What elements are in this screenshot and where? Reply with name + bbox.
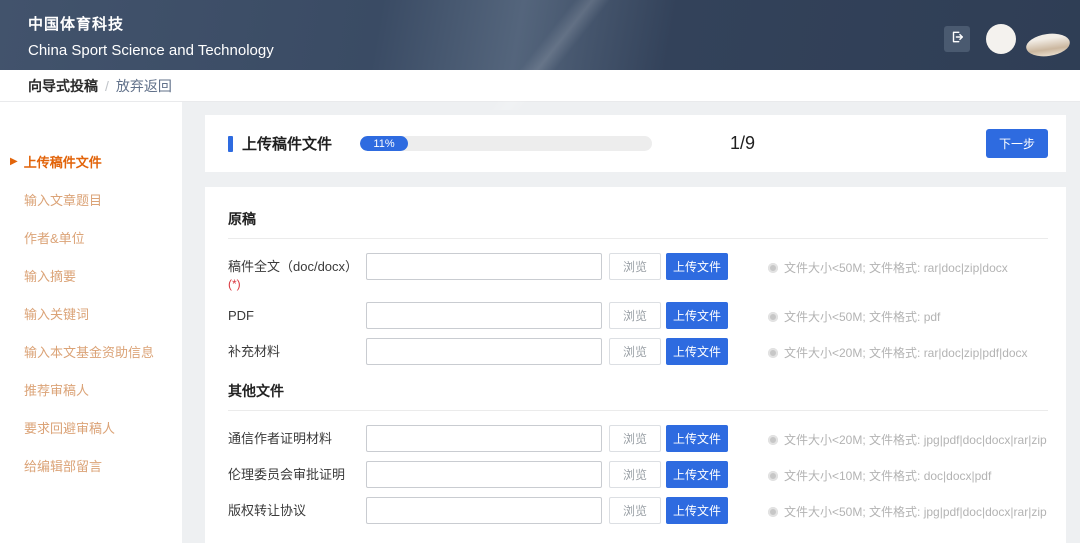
- browse-button[interactable]: 浏览: [609, 461, 661, 488]
- browse-button[interactable]: 浏览: [609, 302, 661, 329]
- app-banner: 中国体育科技 China Sport Science and Technolog…: [0, 0, 1080, 70]
- upload-button[interactable]: 上传文件: [666, 253, 728, 280]
- form-row-corresponding-author-proof: 通信作者证明材料 浏览 上传文件 文件大小<20M; 文件格式: jpg|pdf…: [228, 425, 1048, 452]
- browse-button[interactable]: 浏览: [609, 253, 661, 280]
- field-label: 版权转让协议: [228, 497, 366, 519]
- sidebar-item-avoid-reviewers[interactable]: 要求回避审稿人: [24, 408, 182, 446]
- sidebar-item-label: 推荐审稿人: [24, 380, 89, 399]
- fulltext-file-input[interactable]: [366, 253, 602, 280]
- sidebar-item-keywords[interactable]: 输入关键词: [24, 294, 182, 332]
- file-hint: 文件大小<20M; 文件格式: jpg|pdf|doc|docx|rar|zip: [768, 425, 1047, 448]
- file-hint: 文件大小<20M; 文件格式: rar|doc|zip|pdf|docx: [768, 338, 1028, 361]
- sidebar-item-authors-affiliations[interactable]: 作者&单位: [24, 218, 182, 256]
- form-row-copyright-transfer: 版权转让协议 浏览 上传文件 文件大小<50M; 文件格式: jpg|pdf|d…: [228, 497, 1048, 524]
- logout-button[interactable]: [944, 26, 970, 52]
- app-title-en: China Sport Science and Technology: [28, 42, 1080, 59]
- field-label: 稿件全文（doc/docx） (*): [228, 253, 366, 293]
- sidebar-item-recommend-reviewers[interactable]: 推荐审稿人: [24, 370, 182, 408]
- sidebar-item-label: 输入本文基金资助信息: [24, 342, 154, 361]
- section-title-other-files: 其他文件: [228, 381, 1048, 401]
- form-row-supplementary: 补充材料 浏览 上传文件 文件大小<20M; 文件格式: rar|doc|zip…: [228, 338, 1048, 365]
- sidebar-item-label: 作者&单位: [24, 228, 85, 247]
- file-hint: 文件大小<50M; 文件格式: pdf: [768, 302, 940, 325]
- progress-fill: 11%: [360, 136, 408, 151]
- logout-icon: [950, 30, 964, 49]
- info-icon: [768, 263, 778, 273]
- main-content: 上传稿件文件 11% 1/9 下一步 原稿 稿件全文（doc/docx） (*)…: [182, 102, 1080, 543]
- sidebar-item-label: 上传稿件文件: [24, 152, 102, 171]
- sidebar-item-message-to-editors[interactable]: 给编辑部留言: [24, 446, 182, 484]
- upload-button[interactable]: 上传文件: [666, 425, 728, 452]
- info-icon: [768, 507, 778, 517]
- avatar[interactable]: [986, 24, 1016, 54]
- ethics-approval-file-input[interactable]: [366, 461, 602, 488]
- pdf-file-input[interactable]: [366, 302, 602, 329]
- sidebar-item-fund-info[interactable]: 输入本文基金资助信息: [24, 332, 182, 370]
- required-mark: (*): [228, 277, 241, 291]
- form-row-manuscript-fulltext: 稿件全文（doc/docx） (*) 浏览 上传文件 文件大小<50M; 文件格…: [228, 253, 1048, 293]
- field-label: 伦理委员会审批证明: [228, 461, 366, 483]
- divider: [228, 238, 1048, 239]
- sidebar-item-label: 输入文章题目: [24, 190, 102, 209]
- info-icon: [768, 435, 778, 445]
- progress-bar: 11%: [360, 136, 652, 151]
- upload-button[interactable]: 上传文件: [666, 497, 728, 524]
- copyright-file-input[interactable]: [366, 497, 602, 524]
- active-caret-icon: ▶: [10, 156, 18, 167]
- sidebar-item-label: 给编辑部留言: [24, 456, 102, 475]
- form-row-ethics-approval: 伦理委员会审批证明 浏览 上传文件 文件大小<10M; 文件格式: doc|do…: [228, 461, 1048, 488]
- author-proof-file-input[interactable]: [366, 425, 602, 452]
- breadcrumb-separator: /: [105, 78, 109, 94]
- browse-button[interactable]: 浏览: [609, 497, 661, 524]
- info-icon: [768, 312, 778, 322]
- next-step-button-top[interactable]: 下一步: [986, 129, 1048, 158]
- supplementary-file-input[interactable]: [366, 338, 602, 365]
- browse-button[interactable]: 浏览: [609, 338, 661, 365]
- divider: [228, 410, 1048, 411]
- sidebar-item-abstract[interactable]: 输入摘要: [24, 256, 182, 294]
- avatar-decoration: [1025, 31, 1072, 59]
- upload-button[interactable]: 上传文件: [666, 338, 728, 365]
- sidebar-item-label: 输入摘要: [24, 266, 76, 285]
- sidebar-item-label: 输入关键词: [24, 304, 89, 323]
- form-row-pdf: PDF 浏览 上传文件 文件大小<50M; 文件格式: pdf: [228, 302, 1048, 329]
- section-marker-icon: [228, 136, 233, 152]
- upload-button[interactable]: 上传文件: [666, 461, 728, 488]
- breadcrumb: 向导式投稿 / 放弃返回: [0, 70, 1080, 102]
- field-label: PDF: [228, 302, 366, 324]
- file-hint: 文件大小<50M; 文件格式: jpg|pdf|doc|docx|rar|zip: [768, 497, 1047, 520]
- field-label: 补充材料: [228, 338, 366, 360]
- upload-button[interactable]: 上传文件: [666, 302, 728, 329]
- banner-actions: [944, 22, 1070, 56]
- sidebar-item-upload-files[interactable]: ▶ 上传稿件文件: [24, 142, 182, 180]
- field-label: 通信作者证明材料: [228, 425, 366, 447]
- step-header-card: 上传稿件文件 11% 1/9 下一步: [205, 115, 1066, 172]
- abandon-return-link[interactable]: 放弃返回: [116, 76, 172, 96]
- file-hint: 文件大小<50M; 文件格式: rar|doc|zip|docx: [768, 253, 1008, 276]
- sidebar-item-article-title[interactable]: 输入文章题目: [24, 180, 182, 218]
- sidebar-item-label: 要求回避审稿人: [24, 418, 115, 437]
- upload-form-card: 原稿 稿件全文（doc/docx） (*) 浏览 上传文件 文件大小<50M; …: [205, 187, 1066, 543]
- info-icon: [768, 471, 778, 481]
- browse-button[interactable]: 浏览: [609, 425, 661, 452]
- app-title-zh: 中国体育科技: [28, 13, 1080, 34]
- info-icon: [768, 348, 778, 358]
- breadcrumb-current: 向导式投稿: [28, 76, 98, 96]
- section-title-original: 原稿: [228, 209, 1048, 229]
- wizard-step-sidebar: ▶ 上传稿件文件 输入文章题目 作者&单位 输入摘要 输入关键词 输入本文基金资…: [0, 102, 182, 543]
- page-indicator: 1/9: [730, 133, 755, 154]
- file-hint: 文件大小<10M; 文件格式: doc|docx|pdf: [768, 461, 991, 484]
- step-title: 上传稿件文件: [242, 133, 332, 154]
